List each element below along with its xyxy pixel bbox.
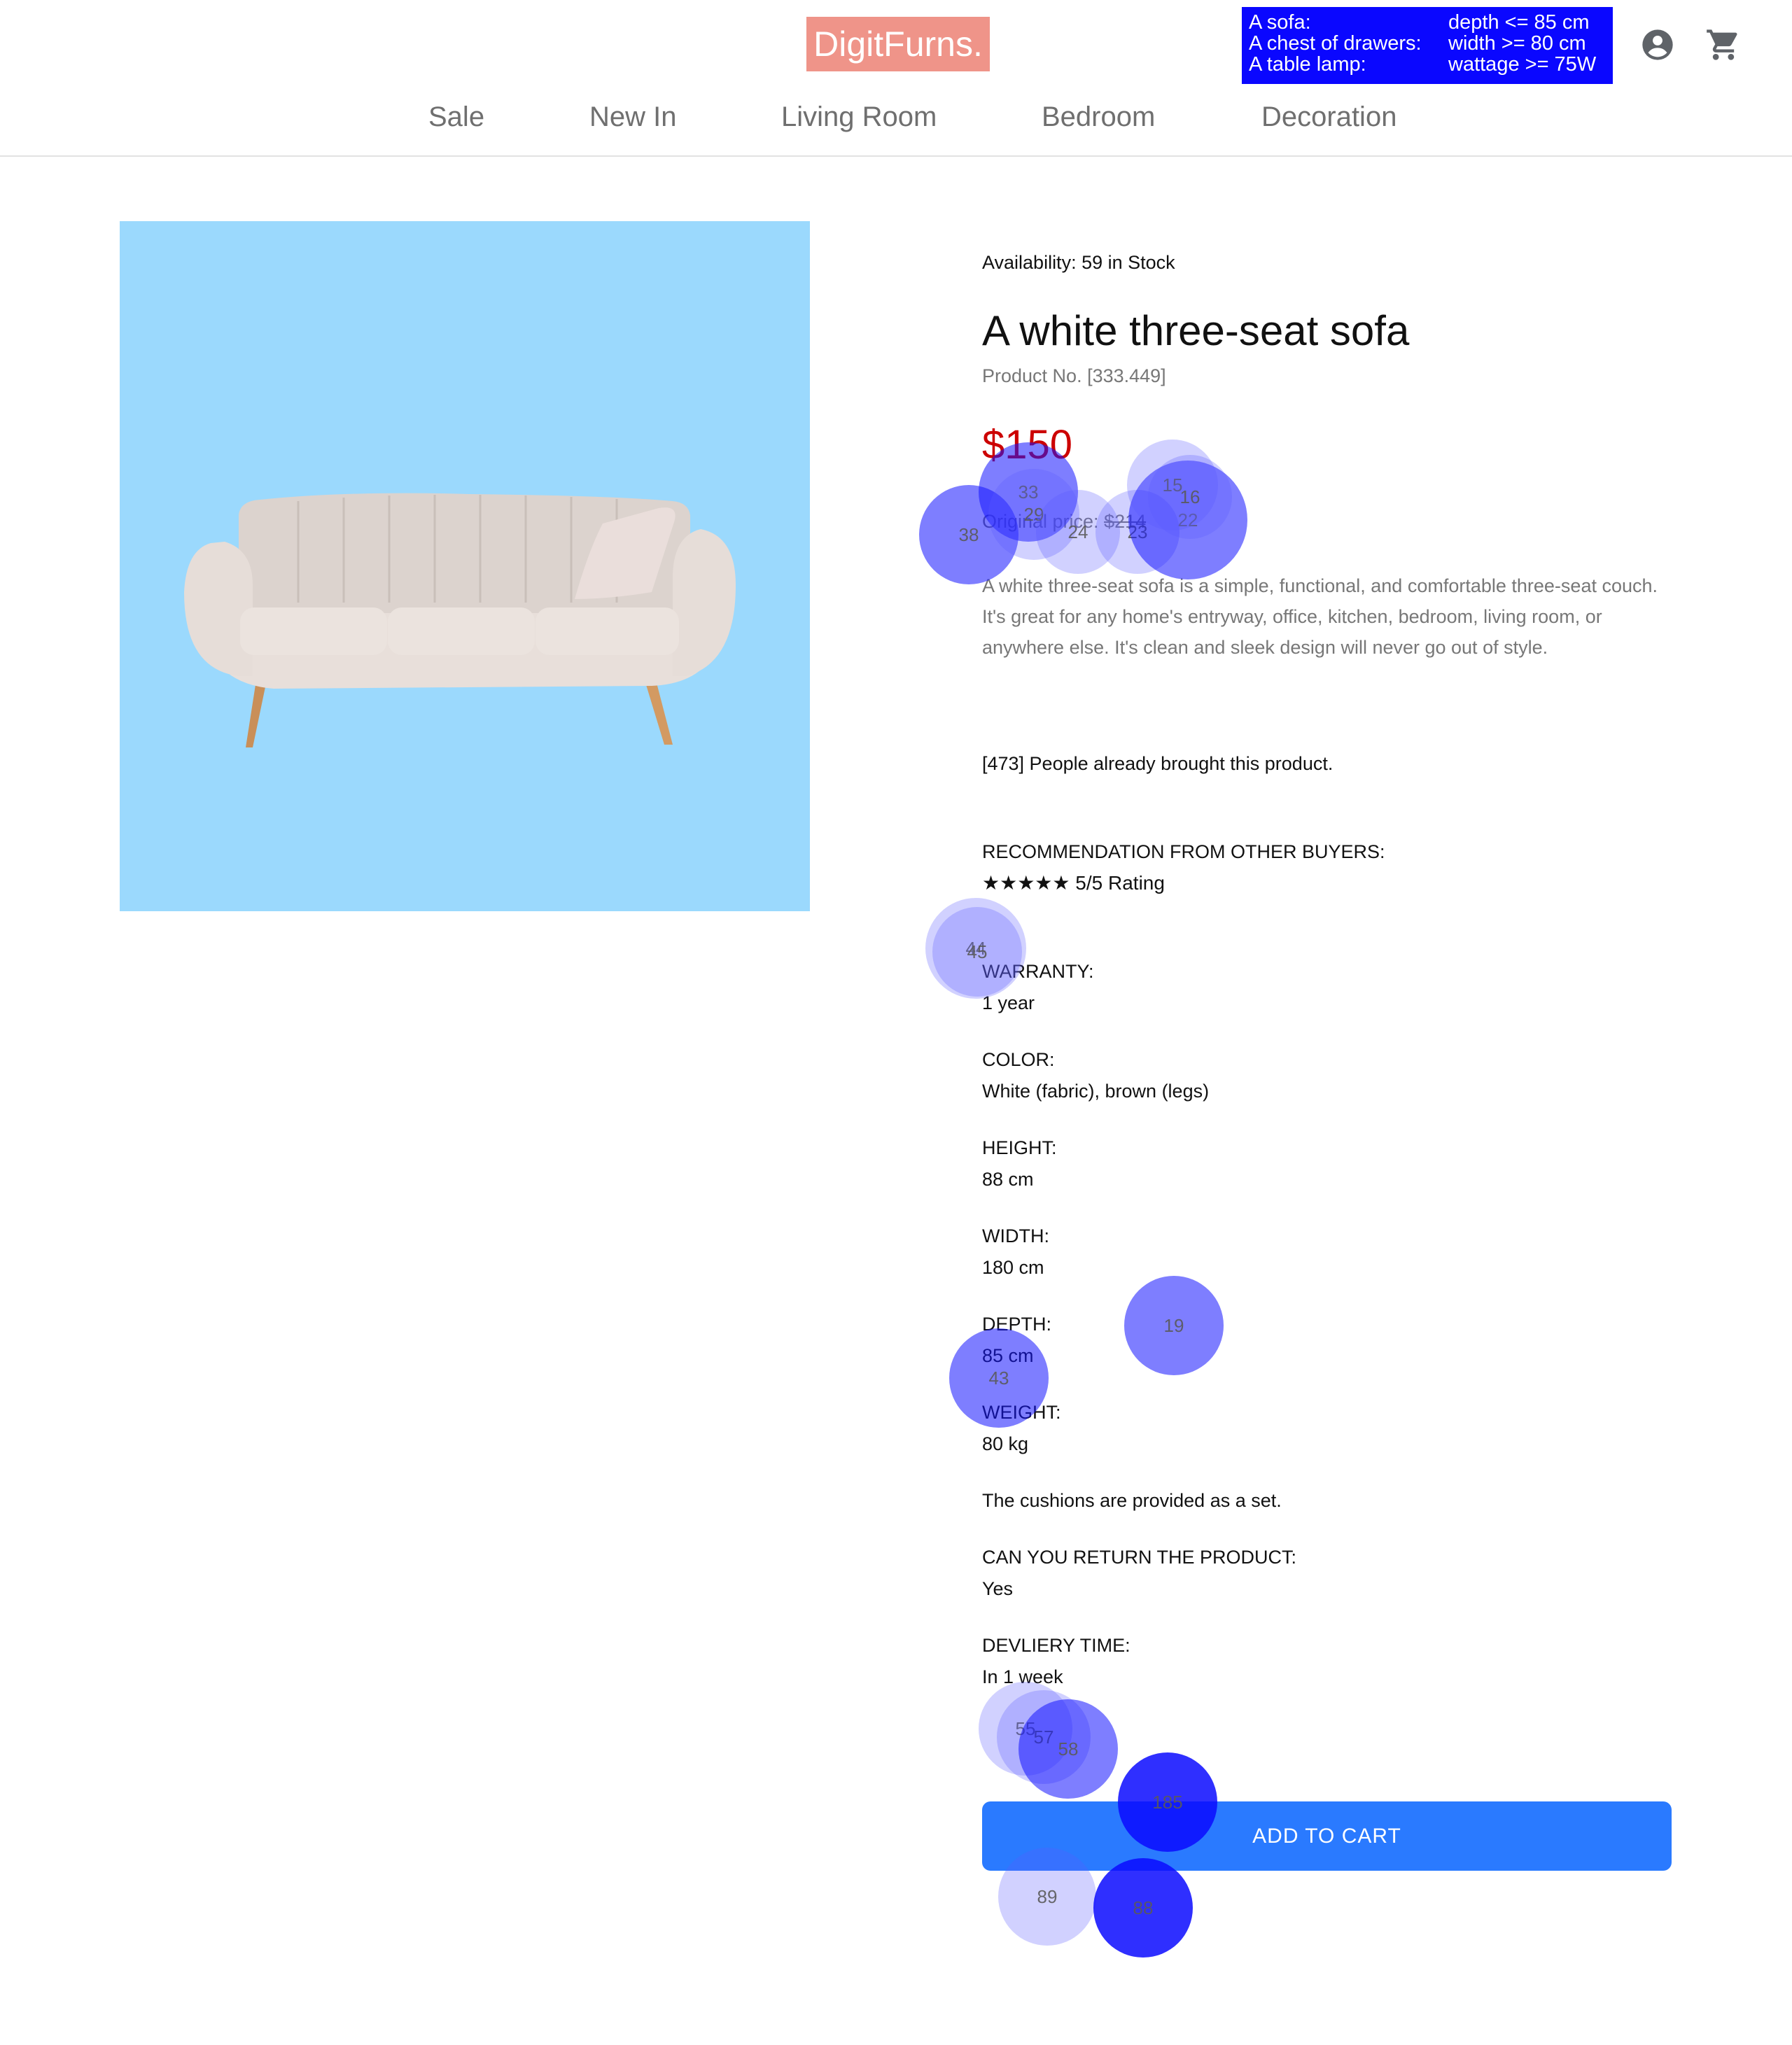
gaze-dot: 45 [932,907,1022,997]
product-title: A white three-seat sofa [982,307,1410,354]
gaze-dot: 58 [1018,1699,1118,1799]
gaze-dot: 19 [1124,1276,1224,1375]
original-price-label: Original price: [982,511,1105,532]
return-value: Yes [982,1578,1014,1599]
sofa-illustration [184,493,736,747]
product-image [120,221,810,911]
spec-value: 1 year [982,992,1035,1013]
gaze-dot: 55 [979,1682,1072,1776]
gaze-dot: 22 [1128,461,1247,579]
gaze-dot: 88 [1093,1858,1193,1958]
rating: ★★★★★ 5/5 Rating [982,871,1165,894]
gaze-dot: 44 [925,898,1026,999]
site-logo[interactable]: DigitFurns. [806,17,990,71]
nav-item-living-room[interactable]: Living Room [781,101,937,133]
nav-item-sale[interactable]: Sale [428,101,484,133]
rating-text: 5/5 Rating [1075,872,1165,894]
gaze-dot: 57 [997,1690,1091,1784]
product-description: A white three-seat sofa is a simple, fun… [982,575,1658,658]
spec-value: 80 kg [982,1433,1029,1454]
gaze-dot: 16 [1148,455,1232,539]
purchase-count: [473] People already brought this produc… [982,753,1334,774]
criteria-item: A chest of drawers: [1249,32,1422,55]
original-price-value: $214 [1104,511,1147,532]
return-label: CAN YOU RETURN THE PRODUCT: [982,1547,1297,1568]
criteria-row: A chest of drawers: width >= 80 cm [1249,33,1606,54]
spec-label: WARRANTY: [982,961,1094,982]
spec-value: 85 cm [982,1345,1034,1366]
delivery-value: In 1 week [982,1666,1063,1687]
criteria-rule: width >= 80 cm [1448,32,1586,55]
add-to-cart-button[interactable]: ADD TO CART [982,1801,1672,1871]
spec-label: WEIGHT: [982,1402,1061,1423]
criteria-row: A table lamp: wattage >= 75W [1249,54,1606,75]
nav-item-decoration[interactable]: Decoration [1261,101,1396,133]
spec-label: HEIGHT: [982,1137,1057,1158]
criteria-rule: wattage >= 75W [1448,53,1597,76]
spec-label: COLOR: [982,1049,1055,1070]
gaze-dot: 38 [919,485,1018,584]
spec-value: 88 cm [982,1169,1034,1190]
account-icon[interactable] [1639,27,1676,63]
site-header: DigitFurns. A sofa: depth <= 85 cm A che… [0,0,1792,157]
criteria-item: A table lamp: [1249,53,1366,76]
criteria-rule: depth <= 85 cm [1448,11,1590,34]
main-nav: Sale New In Living Room Bedroom Decorati… [0,101,1792,143]
product-number: Product No. [333.449] [982,365,1166,386]
spec-value: White (fabric), brown (legs) [982,1081,1210,1102]
recommendation-label: RECOMMENDATION FROM OTHER BUYERS: [982,841,1385,862]
spec-label: WIDTH: [982,1225,1049,1246]
criteria-item: A sofa: [1249,11,1311,34]
cushions-note: The cushions are provided as a set. [982,1490,1282,1511]
spec-label: DEPTH: [982,1314,1052,1335]
task-criteria-box: A sofa: depth <= 85 cm A chest of drawer… [1242,7,1613,84]
nav-item-bedroom[interactable]: Bedroom [1042,101,1155,133]
availability-text: Availability: 59 in Stock [982,252,1175,273]
original-price: Original price: $214 [982,511,1146,533]
nav-item-new-in[interactable]: New In [589,101,677,133]
spec-value: 180 cm [982,1257,1044,1278]
criteria-row: A sofa: depth <= 85 cm [1249,12,1606,33]
delivery-label: DEVLIERY TIME: [982,1635,1130,1656]
cart-icon[interactable] [1705,27,1742,63]
rating-stars: ★★★★★ [982,872,1070,894]
product-price: $150 [982,422,1073,468]
